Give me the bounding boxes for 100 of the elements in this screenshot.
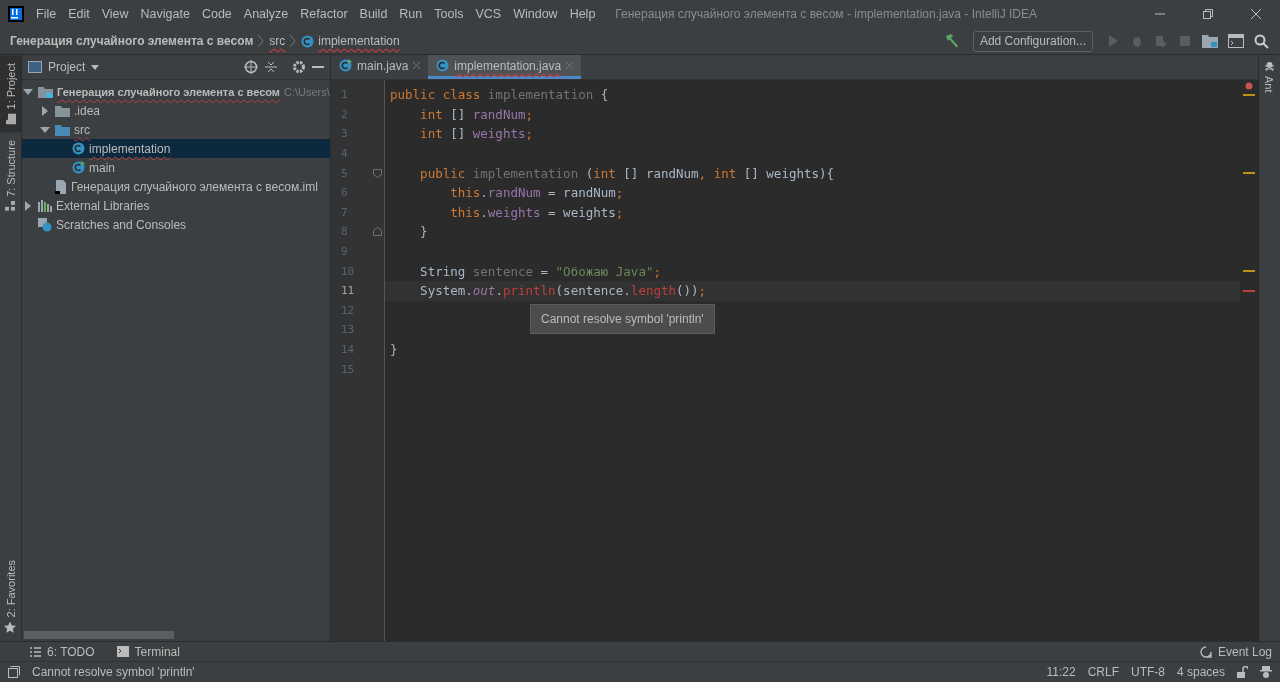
tool-window-tab[interactable]: Ant bbox=[1259, 55, 1279, 99]
menu-item[interactable]: View bbox=[95, 7, 135, 21]
window-title: Генерация случайного элемента с весом - implementation.java - IntelliJ IDEA bbox=[615, 7, 1038, 21]
speech-bubble-icon bbox=[1199, 645, 1212, 658]
collapsed-arrow-icon[interactable] bbox=[40, 105, 50, 116]
status-item[interactable]: UTF-8 bbox=[1130, 665, 1165, 679]
list-icon bbox=[30, 646, 41, 657]
runnable-class-icon bbox=[72, 161, 85, 174]
file-icon bbox=[55, 179, 67, 194]
terminal-icon bbox=[116, 646, 129, 657]
panel-toggle-icon[interactable] bbox=[8, 666, 20, 678]
tool-window-button[interactable]: Terminal bbox=[116, 644, 180, 659]
restore-icon[interactable] bbox=[1202, 8, 1214, 20]
menu-item[interactable]: Navigate bbox=[134, 7, 196, 21]
close-icon[interactable] bbox=[413, 62, 421, 69]
code-line: public class implementation { bbox=[390, 87, 609, 103]
code-line: String sentence = "Обожаю Java"; bbox=[419, 263, 661, 279]
status-item[interactable]: 4 spaces bbox=[1176, 665, 1225, 679]
project-view-selector[interactable]: Project bbox=[28, 60, 100, 74]
star-icon bbox=[4, 621, 17, 633]
error-stripe-mark[interactable] bbox=[1243, 172, 1255, 175]
tool-window-tab[interactable]: 2: Favorites bbox=[0, 551, 21, 641]
chevron-icon bbox=[290, 35, 297, 47]
structure-icon bbox=[5, 201, 16, 212]
code-line: int [] randNum; bbox=[419, 106, 533, 122]
menu-item[interactable]: Help bbox=[563, 7, 602, 21]
tool-window-tab[interactable]: 1: Project bbox=[0, 55, 21, 133]
collapse-all-icon[interactable] bbox=[264, 60, 278, 74]
tree-item[interactable]: Scratches and Consoles bbox=[22, 215, 330, 234]
breadcrumb[interactable]: src bbox=[269, 34, 286, 48]
window-icon bbox=[28, 61, 42, 73]
tree-item[interactable]: Генерация случайного элемента с весом.iml bbox=[22, 177, 330, 196]
scratches-icon bbox=[38, 217, 52, 232]
breadcrumb[interactable]: Генерация случайного элемента с весом bbox=[10, 34, 254, 48]
code-line: this.weights = weights; bbox=[449, 204, 624, 220]
menu-item[interactable]: Build bbox=[353, 7, 394, 21]
fold-icon[interactable] bbox=[373, 168, 382, 178]
locate-icon[interactable] bbox=[244, 60, 258, 74]
scrollbar[interactable] bbox=[24, 631, 174, 639]
fold-icon[interactable] bbox=[373, 227, 382, 237]
editor-tab[interactable]: main.java bbox=[331, 55, 429, 79]
settings-icon[interactable] bbox=[292, 60, 306, 74]
tool-window-tab[interactable]: 7: Structure bbox=[0, 132, 21, 220]
menu-item[interactable]: Analyze bbox=[237, 7, 295, 21]
code-line: int [] weights; bbox=[419, 126, 533, 142]
error-stripe-mark[interactable] bbox=[1243, 270, 1255, 273]
code-line: } bbox=[390, 342, 398, 357]
dropdown-icon bbox=[91, 64, 100, 70]
class-icon bbox=[301, 34, 315, 48]
expanded-arrow-icon[interactable] bbox=[40, 124, 50, 135]
project-path: C:\Users\ bbox=[284, 85, 330, 98]
expanded-arrow-icon[interactable] bbox=[23, 86, 33, 97]
error-tooltip: Cannot resolve symbol 'println' bbox=[530, 304, 715, 334]
menu-item[interactable]: Run bbox=[393, 7, 429, 21]
tree-item[interactable]: External Libraries bbox=[22, 196, 330, 215]
menu-item[interactable]: Tools bbox=[428, 7, 470, 21]
close-icon[interactable] bbox=[1250, 8, 1262, 20]
menu-item[interactable]: VCS bbox=[469, 7, 508, 21]
tool-window-label: 7: Structure bbox=[4, 140, 17, 198]
tree-item[interactable]: implementation bbox=[22, 139, 330, 158]
folder-icon bbox=[55, 123, 70, 136]
tree-item[interactable]: Генерация случайного элемента с весом C:\Users\ bbox=[22, 82, 330, 101]
menu-item[interactable]: Window bbox=[507, 7, 564, 21]
event-log-button[interactable]: Event Log bbox=[1199, 644, 1272, 659]
hammer-icon[interactable] bbox=[943, 33, 960, 49]
project-structure-icon[interactable] bbox=[1202, 34, 1218, 48]
status-item[interactable]: CRLF bbox=[1087, 665, 1119, 679]
line-number: 11 bbox=[341, 284, 355, 298]
libraries-icon bbox=[38, 199, 52, 212]
tool-window-label: 1: Project bbox=[4, 63, 17, 110]
code-line: public implementation (int [] randNum, int [] weights){ bbox=[419, 165, 835, 181]
tree-item[interactable]: src bbox=[22, 120, 330, 139]
class-icon bbox=[72, 142, 85, 155]
tree-item[interactable]: .idea bbox=[22, 101, 330, 120]
inspector-icon[interactable] bbox=[1260, 666, 1272, 678]
menu-item[interactable]: File bbox=[30, 7, 63, 21]
lock-icon[interactable] bbox=[1237, 666, 1248, 678]
code-line: } bbox=[419, 224, 428, 240]
status-item[interactable]: 11:22 bbox=[1046, 665, 1076, 679]
status-message: Cannot resolve symbol 'println' bbox=[32, 665, 195, 679]
tool-window-button[interactable]: 6: TODO bbox=[30, 644, 95, 659]
folder-icon bbox=[55, 104, 70, 117]
error-stripe-mark[interactable] bbox=[1243, 289, 1255, 292]
terminal-window-icon[interactable] bbox=[1228, 34, 1244, 48]
add-configuration-button[interactable]: Add Configuration... bbox=[972, 30, 1093, 52]
runnable-class-icon bbox=[339, 59, 352, 72]
search-icon[interactable] bbox=[1254, 33, 1269, 49]
tool-window-label: Ant bbox=[1263, 76, 1275, 93]
breadcrumb[interactable]: implementation bbox=[318, 34, 400, 48]
error-stripe-mark[interactable] bbox=[1243, 93, 1255, 96]
app-logo-icon bbox=[8, 6, 24, 22]
tree-item[interactable]: main bbox=[22, 158, 330, 177]
ant-icon bbox=[1263, 61, 1275, 72]
collapsed-arrow-icon[interactable] bbox=[23, 200, 33, 211]
menu-item[interactable]: Edit bbox=[62, 7, 96, 21]
editor-tab[interactable]: implementation.java bbox=[428, 55, 582, 79]
code-line: this.randNum = randNum; bbox=[449, 185, 624, 201]
folder-icon bbox=[5, 113, 16, 125]
menu-item[interactable]: Code bbox=[195, 7, 238, 21]
menu-item[interactable]: Refactor bbox=[294, 7, 354, 21]
